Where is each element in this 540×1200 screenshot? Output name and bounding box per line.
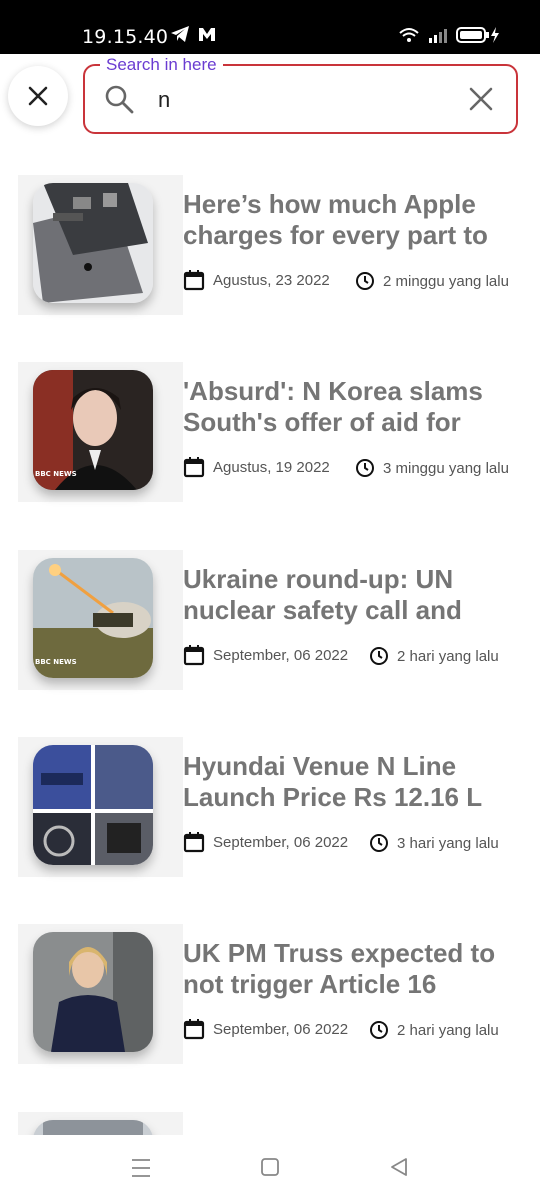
news-item[interactable]: Hyundai Venue N Line Launch Price Rs 12.…: [0, 737, 540, 877]
search-icon: [105, 85, 134, 114]
thumbnail-card: BBC NEWS: [18, 362, 183, 502]
thumbnail-card: BBC NEWS: [18, 550, 183, 690]
news-time-ago-text: 2 hari yang lalu: [397, 647, 499, 665]
clear-search-icon[interactable]: [468, 86, 494, 112]
news-title: Ukraine round-up: UN nuclear safety call…: [183, 564, 462, 625]
clock-icon: [370, 647, 388, 665]
status-icons-left: [170, 25, 216, 43]
news-time-ago: 3 hari yang lalu: [369, 833, 499, 853]
close-search-button[interactable]: [8, 66, 68, 126]
news-time-ago-text: 3 minggu yang lalu: [383, 459, 509, 477]
bbc-news-logo: BBC NEWS: [35, 470, 77, 478]
thumbnail-card: [18, 737, 183, 877]
navigation-bar: [0, 1135, 540, 1200]
news-item[interactable]: UK PM Truss expected to not trigger Arti…: [0, 924, 540, 1064]
news-item[interactable]: BBC NEWS 'Absurd': N Korea slams South's…: [0, 362, 540, 502]
news-thumbnail: BBC NEWS: [33, 370, 153, 490]
news-time-ago: 3 minggu yang lalu: [355, 458, 509, 478]
news-list: Here’s how much Apple charges for every …: [0, 175, 540, 1135]
menu-icon[interactable]: [131, 1157, 151, 1179]
news-thumbnail: [33, 932, 153, 1052]
news-time-ago-text: 2 hari yang lalu: [397, 1021, 499, 1039]
battery-charging-icon: [456, 27, 499, 43]
thumbnail-card: [18, 175, 183, 315]
news-time-ago-text: 2 minggu yang lalu: [383, 272, 509, 290]
news-title: Hyundai Venue N Line Launch Price Rs 12.…: [183, 751, 483, 812]
news-thumbnail: [33, 1120, 153, 1135]
news-date: Agustus, 19 2022: [183, 456, 330, 478]
back-icon[interactable]: [389, 1157, 409, 1177]
clock-icon: [370, 834, 388, 852]
signal-icon: [429, 29, 447, 43]
news-date-text: Agustus, 19 2022: [213, 458, 330, 476]
status-bar: 19.15.40: [0, 0, 540, 54]
news-thumbnail: [33, 183, 153, 303]
news-thumbnail: BBC NEWS: [33, 558, 153, 678]
clock-icon: [356, 459, 374, 477]
calendar-icon: [183, 270, 205, 291]
home-icon[interactable]: [260, 1157, 280, 1177]
news-title: UK PM Truss expected to not trigger Arti…: [183, 938, 496, 999]
thumbnail-card: [18, 924, 183, 1064]
news-item[interactable]: BBC NEWS Ukraine round-up: UN nuclear sa…: [0, 550, 540, 690]
calendar-icon: [183, 1019, 205, 1040]
mail-app-icon: [199, 28, 215, 41]
news-time-ago: 2 hari yang lalu: [369, 1020, 499, 1040]
news-title: Here’s how much Apple charges for every …: [183, 189, 488, 250]
news-date-text: September, 06 2022: [213, 1020, 349, 1038]
news-time-ago-text: 3 hari yang lalu: [397, 834, 499, 852]
clock-icon: [370, 1021, 388, 1039]
news-time-ago: 2 hari yang lalu: [369, 646, 499, 666]
news-date: September, 06 2022: [183, 644, 348, 666]
calendar-icon: [183, 645, 205, 666]
clock-icon: [356, 272, 374, 290]
wifi-icon: [399, 28, 419, 42]
search-label: Search in here: [100, 55, 223, 75]
calendar-icon: [183, 832, 205, 853]
news-item[interactable]: Here’s how much Apple charges for every …: [0, 175, 540, 315]
news-date-text: September, 06 2022: [213, 646, 349, 664]
news-date: September, 06 2022: [183, 831, 348, 853]
close-icon: [28, 86, 48, 106]
news-date: September, 06 2022: [183, 1018, 348, 1040]
thumbnail-card: [18, 1112, 183, 1135]
news-item[interactable]: [0, 1112, 540, 1135]
news-time-ago: 2 minggu yang lalu: [355, 271, 509, 291]
news-thumbnail: [33, 745, 153, 865]
status-icons-right: [398, 26, 500, 44]
news-date-text: September, 06 2022: [213, 833, 349, 851]
bbc-news-logo: BBC NEWS: [35, 658, 77, 666]
news-title: 'Absurd': N Korea slams South's offer of…: [183, 376, 483, 437]
telegram-icon: [171, 26, 189, 42]
news-date-text: Agustus, 23 2022: [213, 271, 330, 289]
calendar-icon: [183, 457, 205, 478]
search-input[interactable]: [158, 84, 448, 116]
news-date: Agustus, 23 2022: [183, 269, 330, 291]
status-time: 19.15.40: [82, 26, 169, 48]
